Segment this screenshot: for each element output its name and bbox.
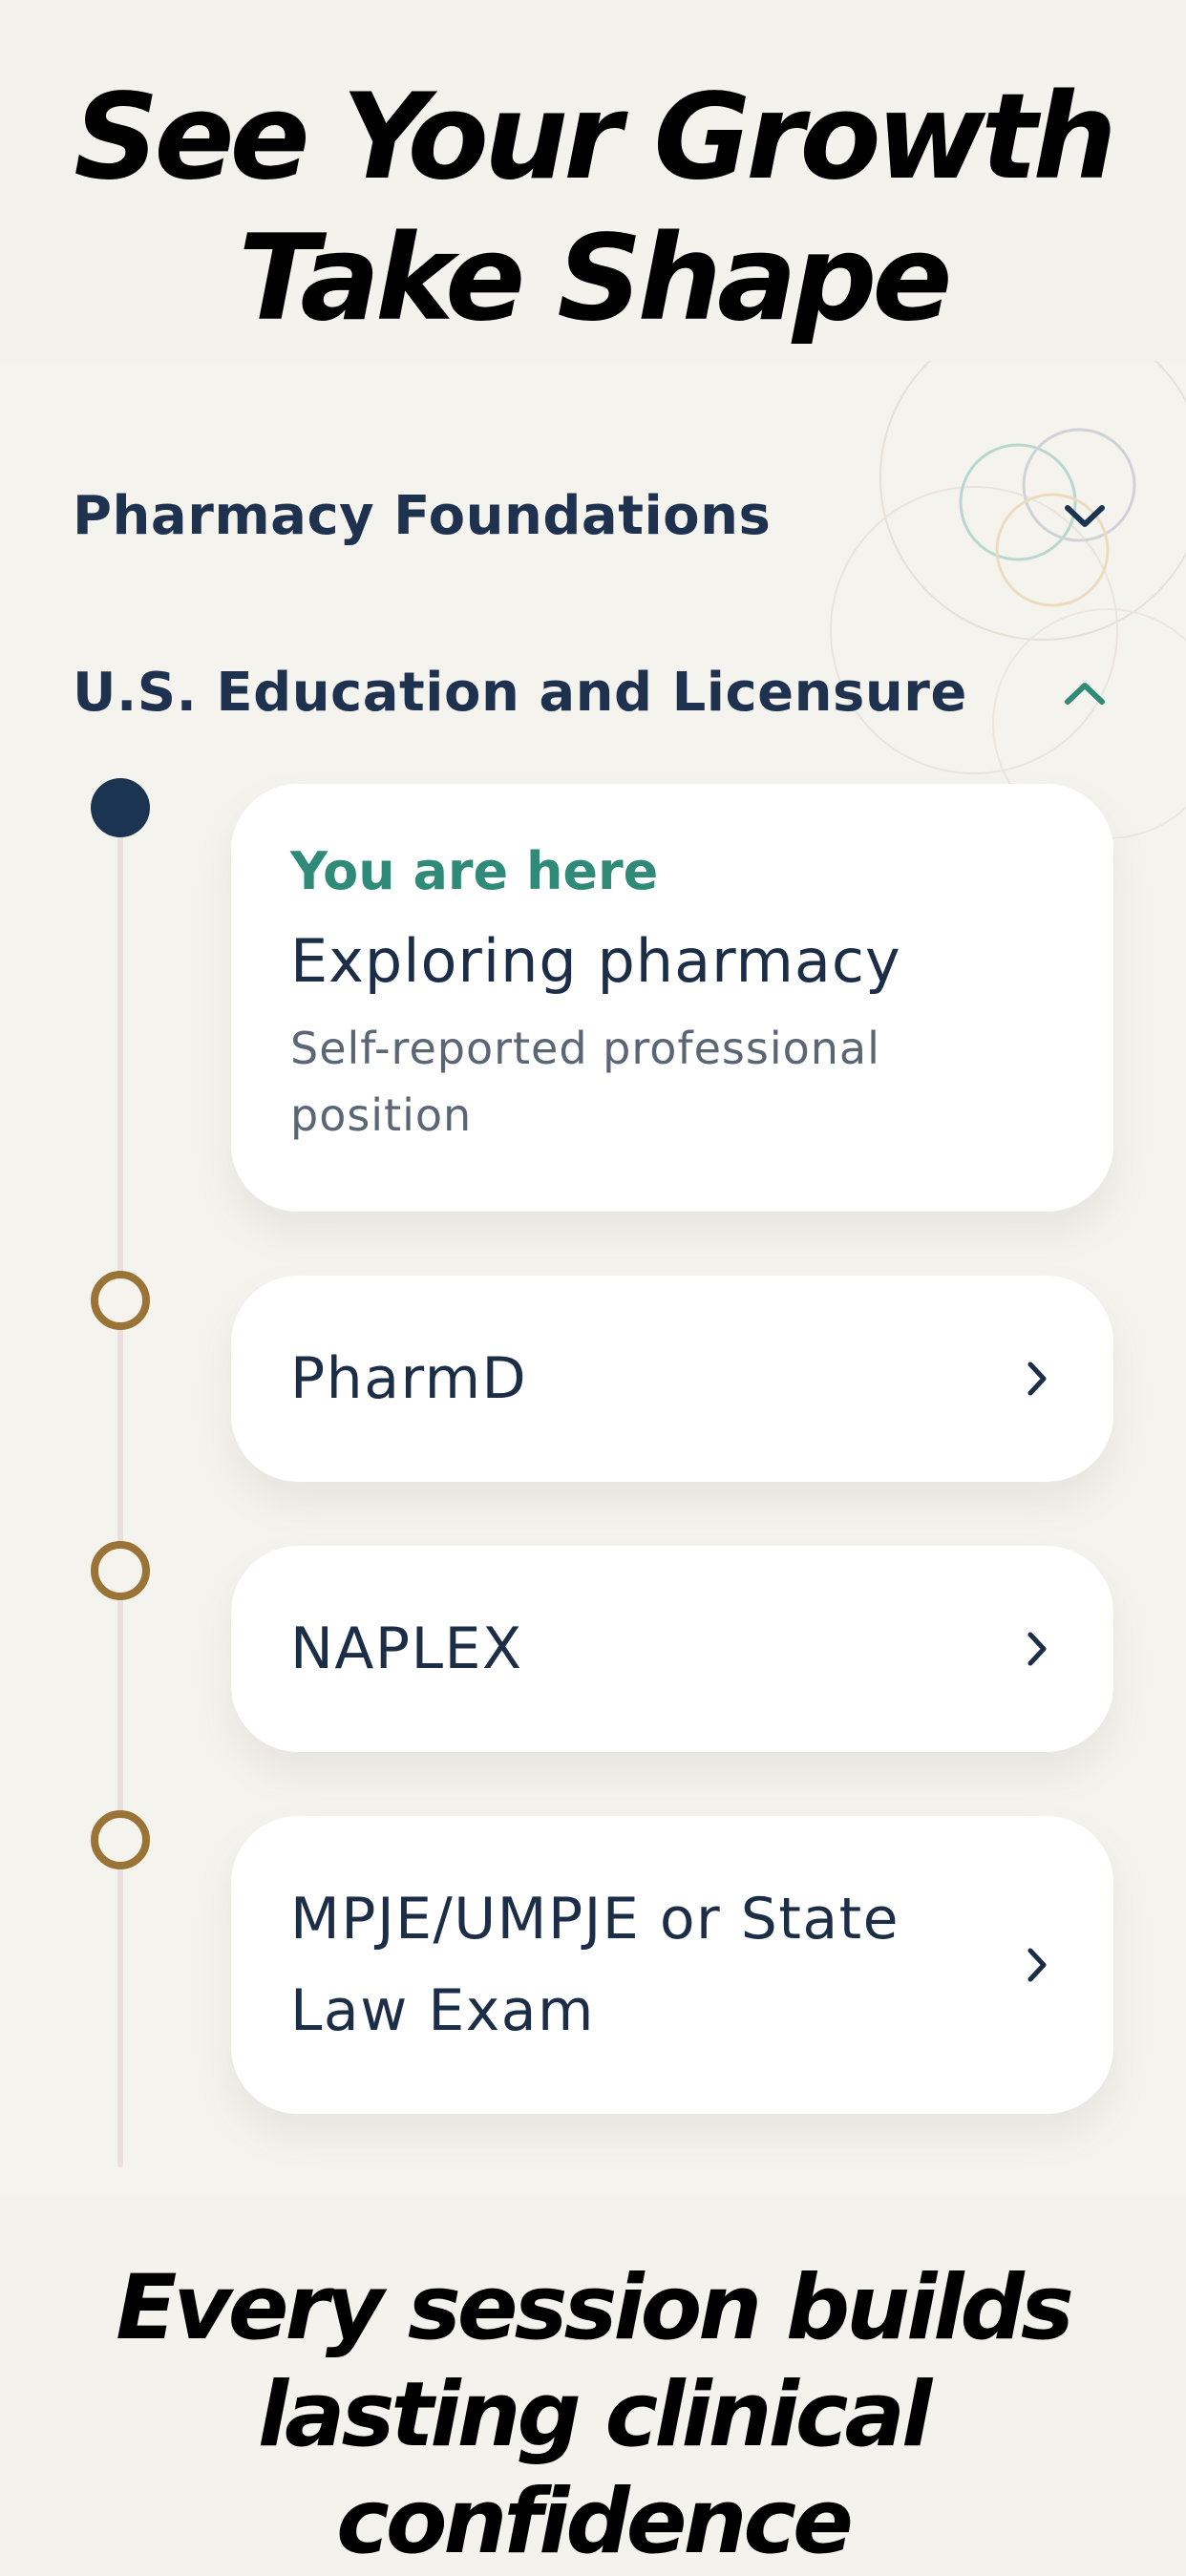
promo-headline: See Your Growth Take Shape (0, 67, 1186, 349)
timeline-dot-current (91, 778, 150, 837)
step-label: MPJE/UMPJE or State Law Exam (290, 1873, 900, 2057)
section-us-education-licensure[interactable]: U.S. Education and Licensure (73, 662, 1113, 724)
chevron-right-icon (1018, 1946, 1056, 1984)
step-card-mpje[interactable]: MPJE/UMPJE or State Law Exam (231, 1816, 1113, 2114)
decorative-circles (830, 361, 1186, 838)
current-step-card: You are here Exploring pharmacy Self-rep… (231, 784, 1113, 1212)
promo-headline-line-1: See Your Growth (74, 69, 1117, 206)
step-label-line-1: MPJE/UMPJE or State (290, 1886, 900, 1953)
step-card-naplex[interactable]: NAPLEX (231, 1546, 1113, 1752)
timeline-dot-mpje (91, 1810, 150, 1869)
step-label: NAPLEX (290, 1615, 523, 1682)
timeline-track (117, 831, 123, 2167)
chevron-down-icon[interactable] (1056, 488, 1113, 545)
promo-footer-line-1: Every session builds (116, 2256, 1074, 2360)
section-title: U.S. Education and Licensure (73, 662, 967, 724)
chevron-up-icon[interactable] (1056, 665, 1113, 722)
promo-footer-tagline: Every session builds lasting clinical co… (0, 2255, 1186, 2576)
chevron-right-icon (1018, 1360, 1056, 1398)
current-step-subtitle: Self-reported professional position (290, 1015, 1056, 1149)
section-title: Pharmacy Foundations (73, 485, 772, 547)
chevron-right-icon (1018, 1630, 1056, 1668)
current-step-title: Exploring pharmacy (290, 926, 901, 996)
step-label-line-2: Law Exam (290, 1977, 595, 2044)
promo-footer-line-2: lasting clinical confidence (257, 2363, 932, 2574)
timeline-dot-pharmd (91, 1271, 150, 1330)
current-step-subtitle-line-2: position (290, 1089, 473, 1141)
timeline-dot-naplex (91, 1541, 150, 1600)
promo-headline-line-2: Take Shape (238, 210, 953, 348)
app-screen: Pharmacy Foundations U.S. Education and … (0, 361, 1186, 2196)
you-are-here-label: You are here (290, 841, 659, 901)
section-pharmacy-foundations[interactable]: Pharmacy Foundations (73, 485, 1113, 547)
step-label: PharmD (290, 1345, 528, 1412)
current-step-subtitle-line-1: Self-reported professional (290, 1023, 880, 1074)
step-card-pharmd[interactable]: PharmD (231, 1276, 1113, 1482)
